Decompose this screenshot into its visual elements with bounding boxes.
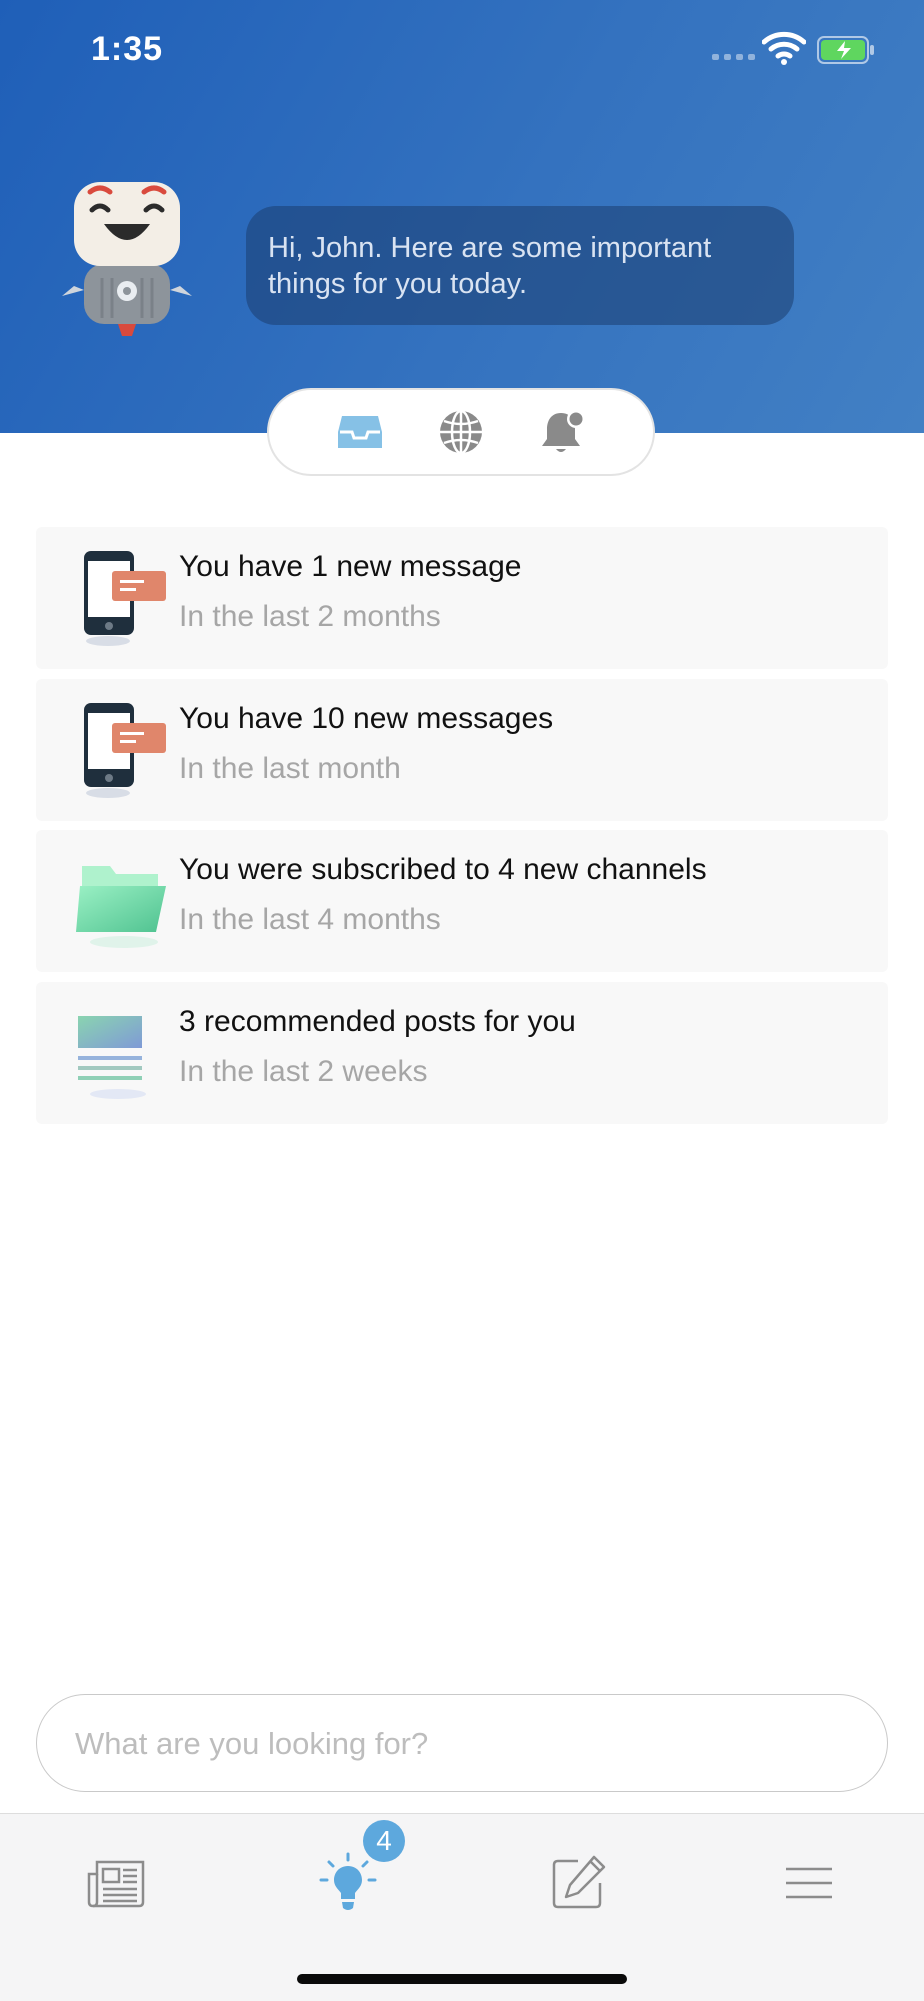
newspaper-icon — [87, 1860, 145, 1908]
card-title: You have 10 new messages — [179, 702, 554, 735]
lightbulb-icon — [319, 1852, 377, 1910]
segment-inbox[interactable] — [332, 404, 388, 460]
tab-compose[interactable] — [533, 1848, 623, 1918]
notification-badge: 4 — [363, 1820, 405, 1862]
card-item[interactable]: You have 10 new messages In the last mon… — [36, 679, 888, 821]
search-input[interactable] — [73, 1695, 847, 1792]
menu-icon — [786, 1867, 832, 1899]
status-time: 1:35 — [91, 30, 164, 68]
segment-notifications[interactable] — [534, 404, 590, 460]
post-icon — [78, 1016, 146, 1099]
phone-message-icon — [84, 551, 166, 646]
greeting-bubble: Hi, John. Here are some important things… — [246, 206, 794, 325]
card-title: You were subscribed to 4 new channels — [179, 853, 707, 886]
greeting-text: Hi, John. Here are some important things… — [268, 232, 712, 300]
phone-message-icon — [84, 703, 166, 798]
segmented-control — [267, 388, 655, 476]
card-item[interactable]: You were subscribed to 4 new channels In… — [36, 830, 888, 972]
card-item[interactable]: You have 1 new message In the last 2 mon… — [36, 527, 888, 669]
folder-icon — [76, 866, 166, 948]
home-indicator — [297, 1974, 627, 1984]
card-item[interactable]: 3 recommended posts for you In the last … — [36, 982, 888, 1124]
battery-icon — [817, 36, 874, 64]
card-subtitle: In the last 2 months — [179, 600, 441, 633]
globe-icon — [439, 409, 482, 455]
search-field[interactable] — [36, 1694, 888, 1792]
inbox-icon — [337, 416, 382, 448]
card-title: 3 recommended posts for you — [179, 1005, 576, 1038]
pencil-icon — [552, 1855, 606, 1909]
card-title: You have 1 new message — [179, 550, 522, 583]
cellular-signal-icon — [712, 54, 755, 60]
tab-news[interactable] — [71, 1848, 161, 1918]
card-subtitle: In the last 4 months — [179, 903, 441, 936]
tab-bar — [0, 1813, 924, 2001]
card-subtitle: In the last month — [179, 752, 401, 785]
tab-menu[interactable] — [764, 1848, 854, 1918]
wifi-icon — [762, 31, 806, 65]
bell-icon — [542, 410, 586, 452]
card-subtitle: In the last 2 weeks — [179, 1055, 428, 1088]
segment-world[interactable] — [433, 404, 489, 460]
robot-mascot-icon — [62, 182, 192, 336]
